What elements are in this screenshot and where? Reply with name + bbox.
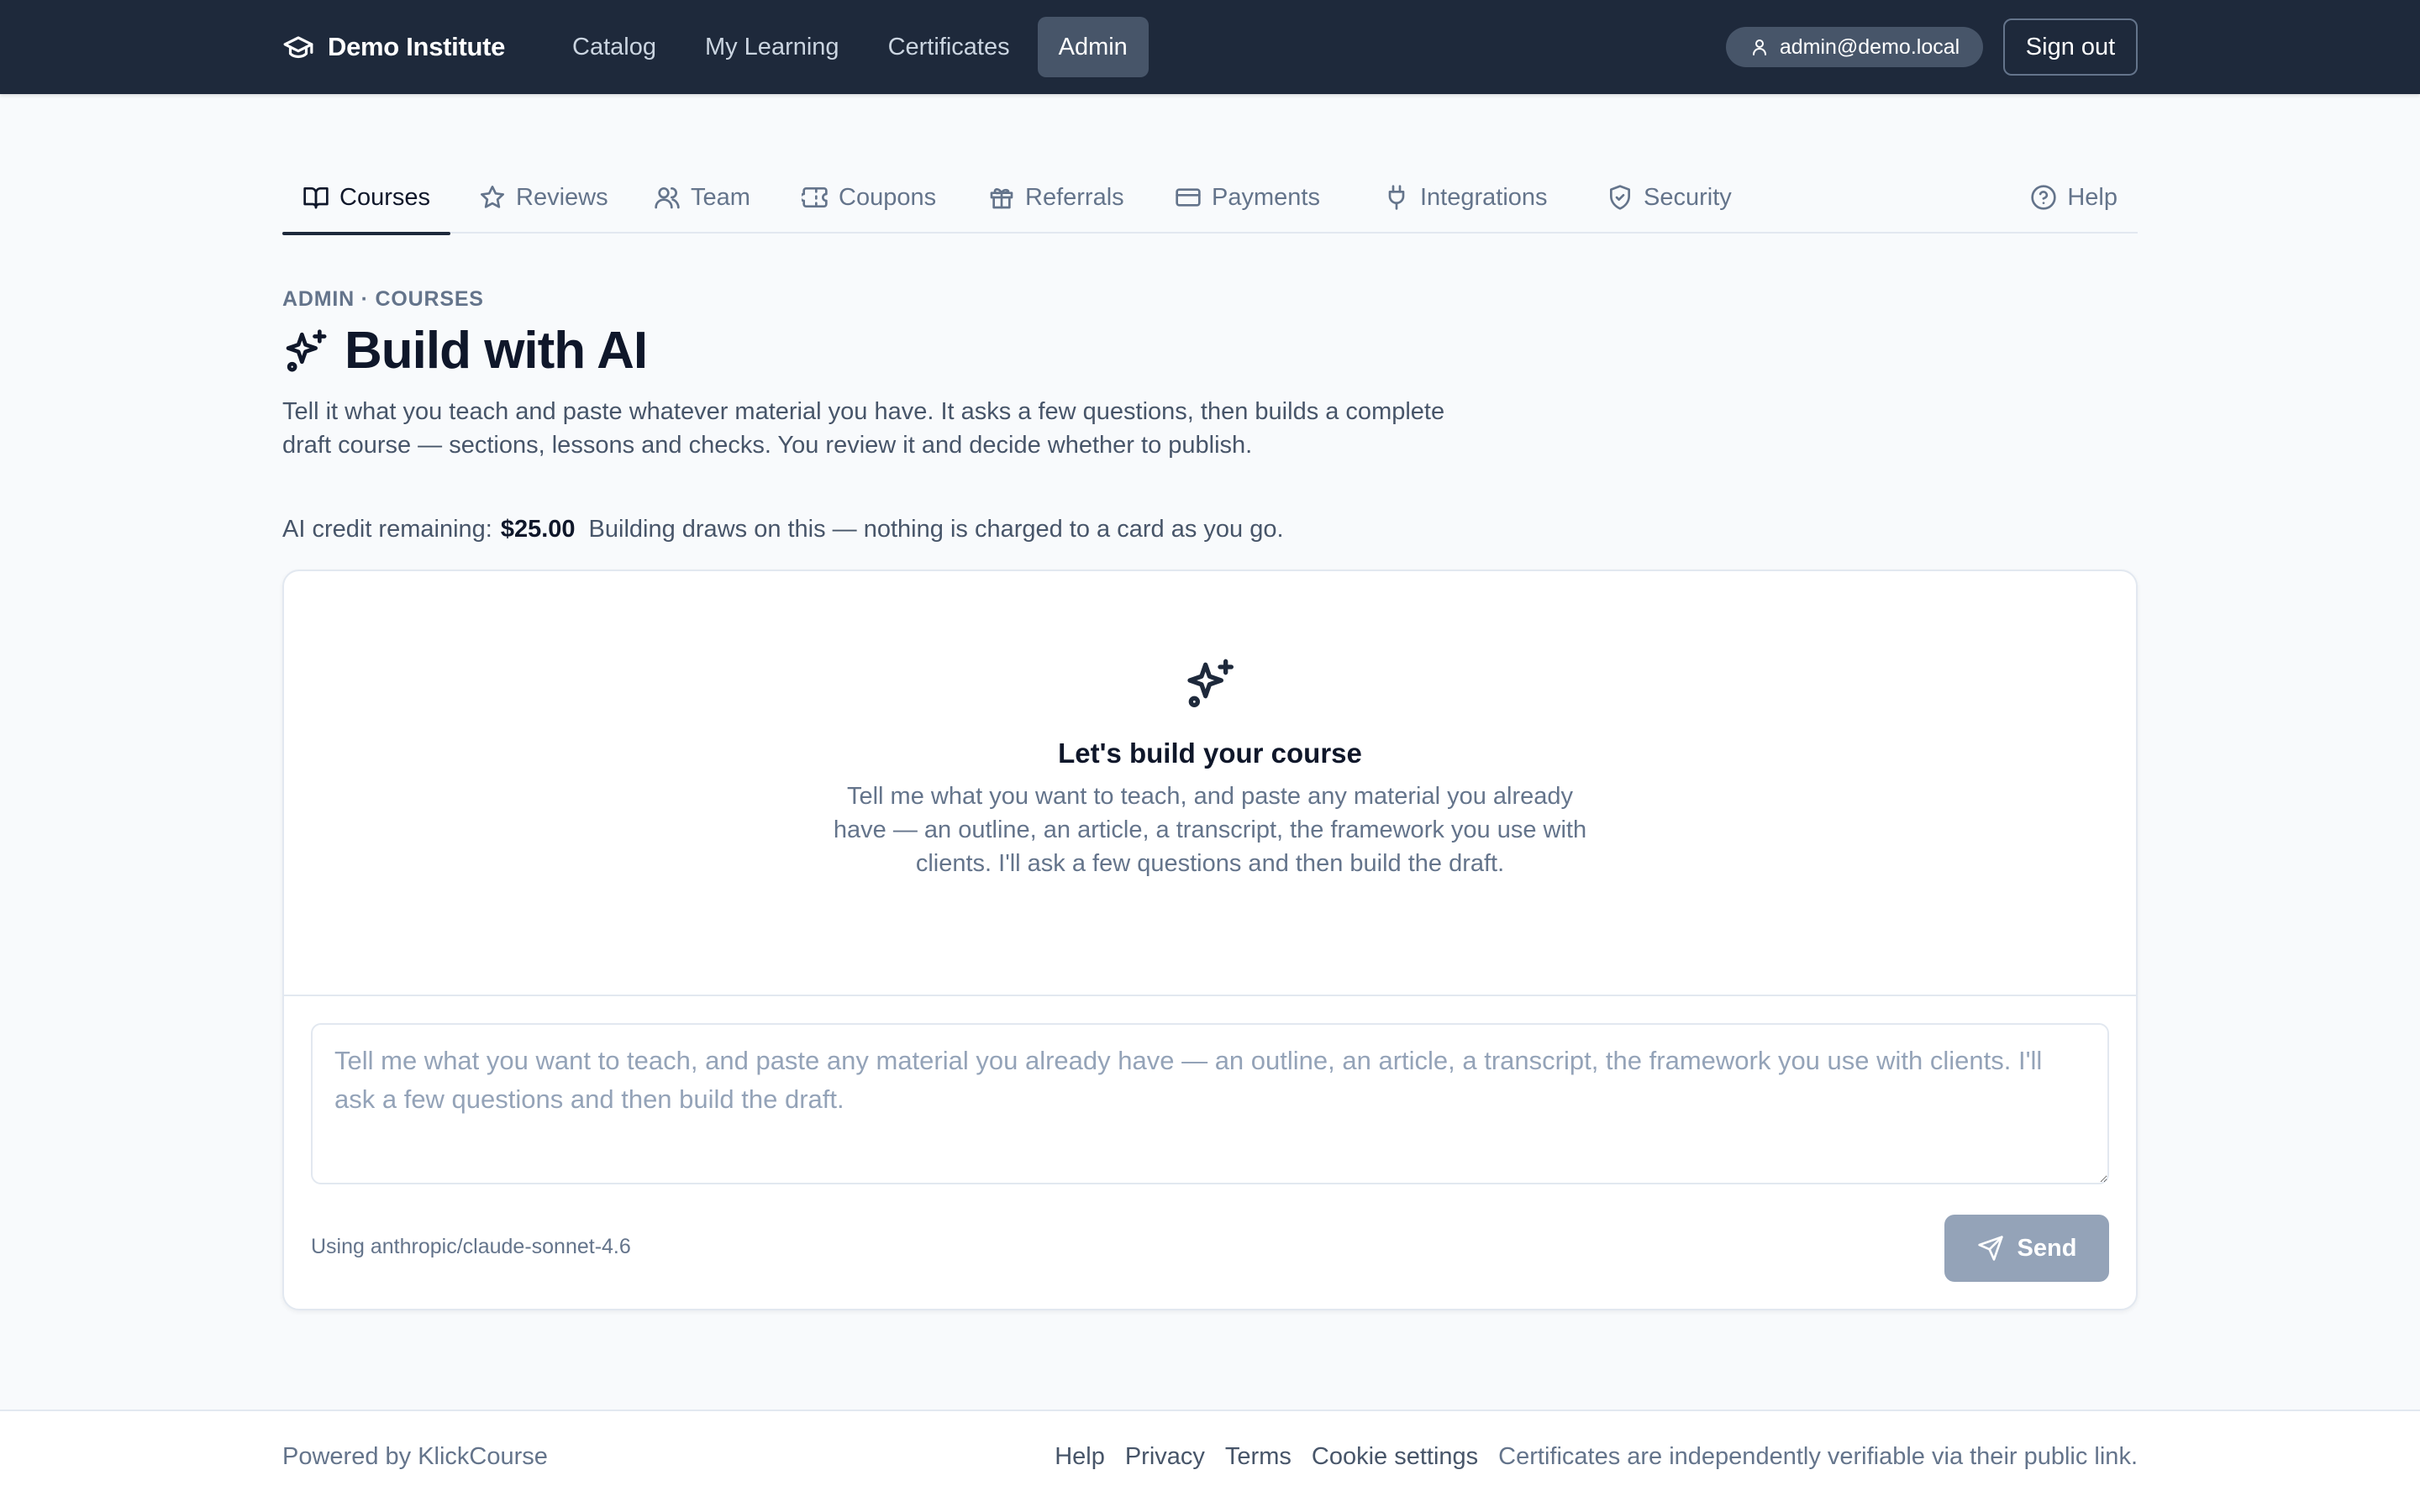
message-input[interactable] [311,1023,2109,1184]
tab-label: Referrals [1025,183,1124,211]
ai-builder-card: Let's build your course Tell me what you… [282,570,2138,1310]
send-button[interactable]: Send [1944,1215,2109,1282]
tab-courses[interactable]: Courses [282,161,450,235]
ai-credit: AI credit remaining: $25.00 Building dra… [282,516,1284,543]
footer-links: Help Privacy Terms Cookie settings Certi… [1055,1443,2138,1471]
footer-link-help[interactable]: Help [1055,1443,1105,1471]
footer: Powered by KlickCourse Help Privacy Term… [0,1410,2420,1512]
gift-icon [988,184,1015,211]
tab-label: Integrations [1420,183,1548,211]
brand[interactable]: Demo Institute [282,0,505,94]
tab-reviews[interactable]: Reviews [459,161,629,234]
tab-coupons[interactable]: Coupons [781,161,956,234]
nav-my-learning[interactable]: My Learning [684,17,860,77]
sign-out-button[interactable]: Sign out [2003,18,2138,76]
credit-note: Building draws on this — nothing is char… [588,516,1284,543]
tab-team[interactable]: Team [634,161,771,234]
powered-by: Powered by KlickCourse [282,1443,548,1470]
shield-check-icon [1607,184,1634,211]
tab-help[interactable]: Help [2010,161,2138,234]
graduation-cap-icon [282,31,314,63]
tab-integrations[interactable]: Integrations [1363,161,1568,234]
tab-payments[interactable]: Payments [1155,161,1340,234]
credit-label: AI credit remaining: [282,516,492,543]
tab-label: Coupons [839,183,937,211]
footer-link-cookie-settings[interactable]: Cookie settings [1312,1443,1478,1471]
tab-label: Help [2067,183,2118,211]
empty-state-title: Let's build your course [1058,738,1362,769]
sparkles-icon [1183,657,1237,711]
title-row: Build with AI [282,321,648,381]
breadcrumb: ADMIN · COURSES [282,287,484,311]
nav-catalog[interactable]: Catalog [551,17,677,77]
users-icon [654,184,681,211]
empty-state-body: Tell me what you want to teach, and past… [833,783,1587,877]
nav-admin[interactable]: Admin [1037,17,1149,77]
plug-icon [1383,184,1410,211]
tab-label: Team [691,183,750,211]
brand-name: Demo Institute [328,32,506,61]
chat-empty-state: Let's build your course Tell me what you… [284,571,2136,996]
credit-amount: $25.00 [500,516,576,543]
send-label: Send [2017,1234,2077,1262]
footer-link-privacy[interactable]: Privacy [1125,1443,1205,1471]
tab-label: Payments [1212,183,1320,211]
footer-link-terms[interactable]: Terms [1225,1443,1292,1471]
help-circle-icon [2030,184,2057,211]
admin-tabs: Courses Reviews Team Coupons Referrals P… [282,161,2138,235]
nav-certificates[interactable]: Certificates [867,17,1031,77]
ticket-icon [802,184,829,211]
book-open-icon [302,184,329,211]
tab-label: Reviews [516,183,608,211]
user-icon [1749,37,1770,57]
model-note: Using anthropic/claude-sonnet-4.6 [311,1235,631,1258]
tab-security[interactable]: Security [1586,161,1752,234]
top-bar: Demo Institute Catalog My Learning Certi… [0,0,2420,94]
tab-label: Security [1644,183,1732,211]
sparkles-icon [282,328,329,375]
tab-label: Courses [339,183,430,211]
star-icon [479,184,506,211]
credit-card-icon [1175,184,1202,211]
certificates-note: Certificates are independently verifiabl… [1498,1443,2138,1470]
user-email: admin@demo.local [1779,34,1960,59]
tab-referrals[interactable]: Referrals [968,161,1144,234]
page-description: Tell it what you teach and paste whateve… [282,398,1445,459]
main-nav: Catalog My Learning Certificates Admin [551,17,1149,77]
user-menu[interactable]: admin@demo.local [1726,27,1983,67]
send-icon [1977,1235,2004,1262]
page-title: Build with AI [345,322,648,380]
